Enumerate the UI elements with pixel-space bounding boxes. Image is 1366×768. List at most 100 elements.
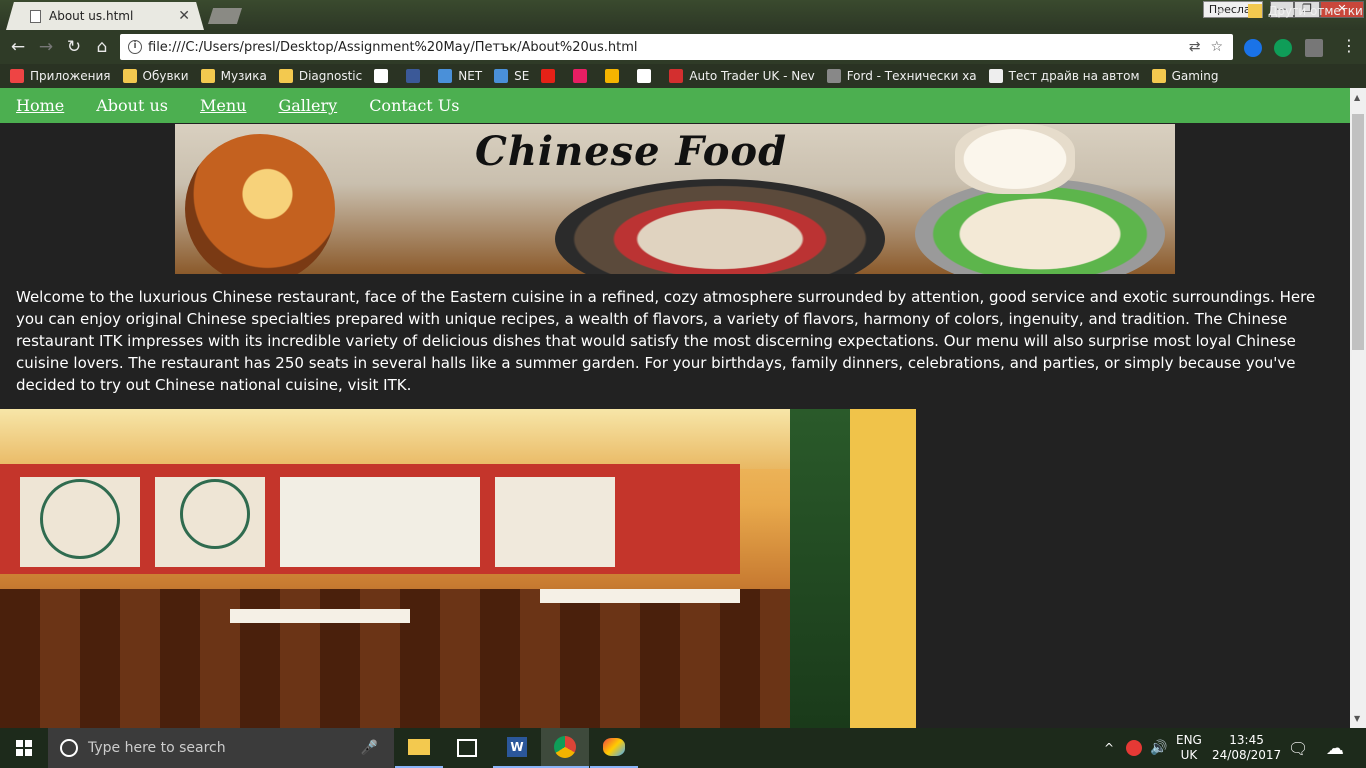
roast-duck-image — [185, 134, 335, 274]
folder-icon — [1248, 4, 1262, 18]
browser-toolbar: ← → ↻ ⌂ i file:///C:/Users/presl/Desktop… — [0, 30, 1366, 64]
youtube-icon — [541, 69, 556, 83]
restaurant-interior-photo — [0, 409, 916, 728]
bookmark-item[interactable]: Auto Trader UK - Nev — [669, 69, 815, 83]
paint-taskbar-button[interactable] — [590, 728, 638, 768]
page-icon — [988, 69, 1003, 83]
cortana-icon — [60, 739, 78, 757]
bookmark-item[interactable]: Музика — [200, 69, 267, 83]
globe-icon — [438, 69, 453, 83]
scrollbar-thumb[interactable] — [1352, 114, 1364, 350]
bookmark-item[interactable] — [605, 69, 625, 83]
windows-taskbar: Type here to search 🎤 W ^ 🔊 ENG UK 13:45… — [0, 728, 1366, 768]
file-explorer-taskbar-button[interactable] — [395, 728, 443, 768]
scroll-down-arrow-icon[interactable]: ▼ — [1354, 714, 1360, 723]
chrome-menu-icon[interactable]: ⋮ — [1341, 36, 1357, 55]
bookmark-item[interactable]: Diagnostic — [278, 69, 362, 83]
pdf-extension-icon[interactable] — [1305, 39, 1323, 57]
bookmark-item[interactable]: NET — [438, 69, 482, 83]
intro-paragraph: Welcome to the luxurious Chinese restaur… — [16, 288, 1316, 394]
word-icon: W — [507, 737, 527, 757]
bookmark-item[interactable] — [406, 69, 426, 83]
bookmark-item[interactable]: Gaming — [1151, 69, 1218, 83]
banner-title: Chinese Food — [475, 128, 788, 175]
bookmark-item[interactable] — [573, 69, 593, 83]
page-viewport: Home About us Menu Gallery Contact Us Chines… — [0, 88, 1350, 728]
nav-link-menu[interactable]: Menu — [200, 96, 246, 115]
tab-title: About us.html — [49, 9, 134, 23]
nav-link-about-us[interactable]: About us — [96, 96, 168, 115]
bookmark-label: Тест драйв на автом — [1008, 69, 1140, 83]
onedrive-cloud-icon[interactable]: ☁ — [1326, 728, 1344, 768]
bookmark-label: Музика — [220, 69, 267, 83]
forward-arrow-icon[interactable]: → — [32, 37, 60, 57]
bookmarks-overflow-button[interactable]: » — [1216, 4, 1224, 19]
folder-icon — [1151, 69, 1166, 83]
windows-logo-icon — [16, 740, 32, 756]
word-taskbar-button[interactable]: W — [493, 728, 541, 768]
show-hidden-icons-button[interactable]: ^ — [1104, 728, 1114, 768]
address-url[interactable]: file:///C:/Users/presl/Desktop/Assignmen… — [148, 40, 1189, 55]
volume-icon[interactable]: 🔊 — [1150, 728, 1167, 768]
red-cross-icon — [637, 69, 652, 83]
browser-tab[interactable]: About us.html ✕ — [6, 2, 204, 30]
action-center-icon[interactable]: 🗨 — [1288, 728, 1308, 768]
photo-window — [495, 477, 615, 567]
bookmark-item[interactable] — [541, 69, 561, 83]
store-icon — [457, 739, 477, 757]
bookmark-label: Ford - Технически ха — [846, 69, 977, 83]
folder-icon — [122, 69, 137, 83]
ford-icon — [826, 69, 841, 83]
paint-icon — [603, 738, 625, 756]
photo-plant — [790, 409, 850, 728]
taskbar-search[interactable]: Type here to search 🎤 — [48, 728, 394, 768]
clock-time: 13:45 — [1229, 733, 1264, 747]
bookmark-item[interactable]: Приложения — [10, 69, 111, 83]
bookmarks-bar: Приложения Обувки Музика Diagnostic NET SE Aut… — [0, 64, 1366, 88]
bookmark-item[interactable]: Ford - Технически ха — [826, 69, 977, 83]
google-icon — [374, 69, 389, 83]
extension-badge-icon[interactable] — [1244, 39, 1262, 57]
nav-link-home[interactable]: Home — [16, 96, 64, 115]
site-info-icon[interactable]: i — [128, 40, 142, 54]
file-explorer-icon — [408, 739, 430, 755]
grammarly-icon[interactable] — [1274, 39, 1292, 57]
chinese-food-banner: Chinese Food — [175, 124, 1175, 274]
nav-link-gallery[interactable]: Gallery — [278, 96, 337, 115]
translate-icon[interactable]: ⇄ — [1189, 39, 1201, 55]
home-icon[interactable]: ⌂ — [88, 37, 116, 57]
bookmark-item[interactable] — [637, 69, 657, 83]
bookmark-label: Auto Trader UK - Nev — [689, 69, 815, 83]
bookmark-label: Обувки — [142, 69, 189, 83]
reload-icon[interactable]: ↻ — [60, 37, 88, 57]
antivirus-tray-icon[interactable] — [1126, 728, 1142, 768]
store-taskbar-button[interactable] — [443, 728, 491, 768]
photo-tablecloth — [540, 589, 740, 603]
seafood-platter-image — [555, 179, 885, 274]
other-bookmarks[interactable]: Други отметки — [1248, 4, 1363, 18]
taskbar-search-placeholder: Type here to search — [88, 740, 226, 756]
bookmark-item[interactable]: Тест драйв на автом — [988, 69, 1140, 83]
browser-titlebar: About us.html ✕ Преслав — ❐ ✕ — [0, 0, 1366, 30]
keyboard-layout: UK — [1180, 748, 1198, 762]
bookmark-label: SE — [514, 69, 530, 83]
language-indicator[interactable]: ENG UK — [1176, 728, 1202, 768]
photo-tablecloth — [230, 609, 410, 623]
bookmark-item[interactable] — [374, 69, 394, 83]
address-bar[interactable]: i file:///C:/Users/presl/Desktop/Assignm… — [120, 34, 1233, 60]
new-tab-button[interactable] — [208, 8, 242, 24]
microphone-icon[interactable]: 🎤 — [361, 740, 378, 756]
bookmark-item[interactable]: Обувки — [122, 69, 189, 83]
photo-ceiling — [0, 409, 916, 469]
chrome-taskbar-button[interactable] — [541, 728, 589, 768]
scroll-up-arrow-icon[interactable]: ▲ — [1354, 93, 1360, 102]
tab-close-icon[interactable]: ✕ — [178, 8, 190, 24]
bookmark-item[interactable]: SE — [494, 69, 529, 83]
nav-link-contact-us[interactable]: Contact Us — [369, 96, 459, 115]
folder-icon — [278, 69, 293, 83]
start-button[interactable] — [0, 728, 48, 768]
page-favicon-icon — [30, 9, 41, 23]
clock[interactable]: 13:45 24/08/2017 — [1212, 728, 1281, 768]
back-arrow-icon[interactable]: ← — [4, 37, 32, 57]
bookmark-star-icon[interactable]: ☆ — [1210, 39, 1223, 55]
